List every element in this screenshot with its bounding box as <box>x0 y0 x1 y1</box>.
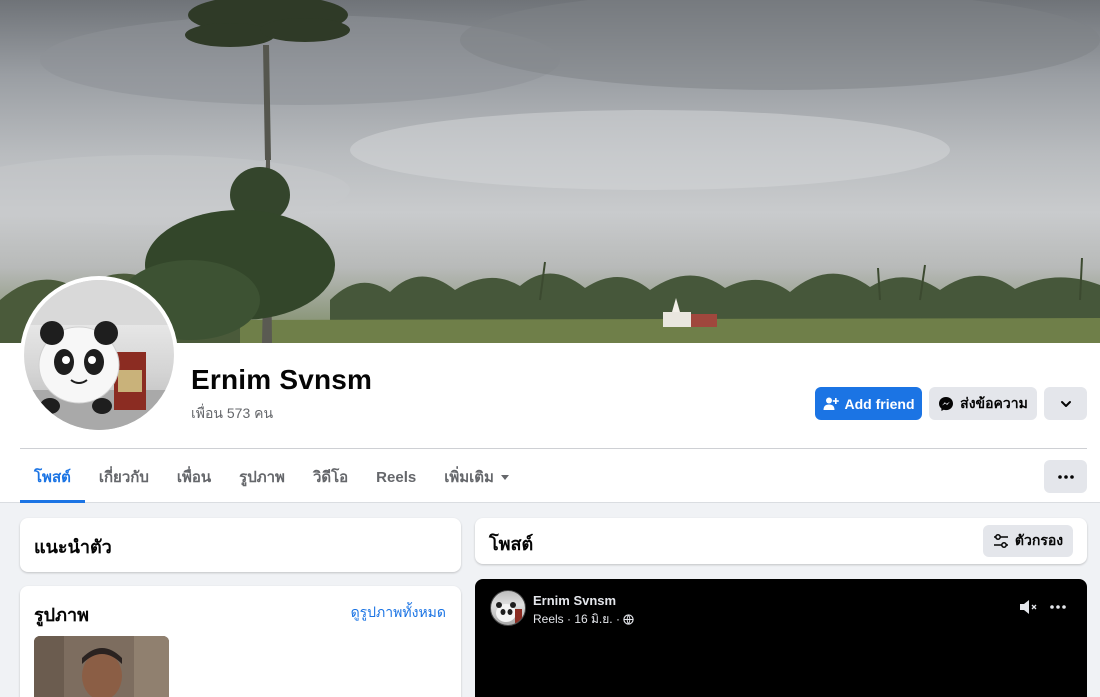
mute-icon <box>1020 600 1037 614</box>
tabs-more-button[interactable] <box>1044 460 1087 493</box>
cover-landscape-illustration <box>0 0 1100 343</box>
cover-photo[interactable] <box>0 0 1100 343</box>
profile-menu-button[interactable] <box>1044 387 1087 420</box>
tab-more[interactable]: เพิ่มเติม <box>430 452 524 502</box>
reel-meta-text[interactable]: Reels · 16 มิ.ย. · <box>533 610 620 629</box>
add-friend-button[interactable]: Add friend <box>815 387 922 420</box>
photo-thumbnail[interactable] <box>34 636 169 697</box>
photo-thumbnail-illustration <box>34 636 169 697</box>
add-person-icon <box>823 397 839 410</box>
tab-videos[interactable]: วิดีโอ <box>299 452 362 502</box>
tab-label: รูปภาพ <box>239 469 285 486</box>
posts-title: โพสต์ <box>489 534 534 554</box>
more-dots-icon <box>1057 474 1074 479</box>
photos-card: รูปภาพ ดูรูปภาพทั้งหมด <box>20 586 461 697</box>
tab-label: เพื่อน <box>176 469 212 486</box>
tab-photos[interactable]: รูปภาพ <box>225 452 299 502</box>
reel-more-button[interactable] <box>1050 599 1068 615</box>
tab-label: เพิ่มเติม <box>444 469 494 486</box>
tab-label: Reels <box>376 468 417 486</box>
filter-button[interactable]: ตัวกรอง <box>983 525 1073 557</box>
tab-label: วิดีโอ <box>312 469 349 486</box>
more-dots-icon <box>1050 605 1066 609</box>
intro-title: แนะนำตัว <box>34 537 112 557</box>
panda-figure-illustration <box>24 280 174 430</box>
message-button[interactable]: ส่งข้อความ <box>929 387 1037 420</box>
reel-author-avatar[interactable] <box>490 590 526 626</box>
intro-card: แนะนำตัว <box>20 518 461 572</box>
messenger-icon <box>939 396 954 411</box>
globe-icon <box>623 614 634 625</box>
tab-friends[interactable]: เพื่อน <box>163 452 225 502</box>
caret-down-icon <box>500 475 509 480</box>
reel-meta: Reels · 16 มิ.ย. · <box>533 610 634 629</box>
filter-sliders-icon <box>993 534 1008 548</box>
header-divider <box>20 448 1087 449</box>
see-all-photos-link[interactable]: ดูรูปภาพทั้งหมด <box>351 602 446 624</box>
photos-title: รูปภาพ <box>34 605 89 625</box>
profile-avatar[interactable] <box>20 276 178 434</box>
profile-tabs: โพสต์ เกี่ยวกับ เพื่อน รูปภาพ วิดีโอ Ree… <box>20 452 524 503</box>
add-friend-label: Add friend <box>844 395 915 412</box>
tab-label: โพสต์ <box>34 469 71 486</box>
mute-button[interactable] <box>1019 599 1041 615</box>
panda-mini-illustration <box>496 602 522 623</box>
reel-author-name[interactable]: Ernim Svnsm <box>533 593 616 608</box>
tab-about[interactable]: เกี่ยวกับ <box>85 452 163 502</box>
tab-label: เกี่ยวกับ <box>98 469 149 486</box>
tab-posts[interactable]: โพสต์ <box>20 452 85 503</box>
chevron-down-icon <box>1060 400 1071 407</box>
tab-reels[interactable]: Reels <box>362 452 430 502</box>
friend-count[interactable]: เพื่อน 573 คน <box>191 403 273 425</box>
reel-post-card[interactable]: Ernim Svnsm Reels · 16 มิ.ย. · <box>475 579 1087 697</box>
avatar-image <box>24 280 174 430</box>
filter-label: ตัวกรอง <box>1014 532 1064 548</box>
message-label: ส่งข้อความ <box>960 394 1028 411</box>
profile-name: Ernim Svnsm <box>191 364 373 395</box>
